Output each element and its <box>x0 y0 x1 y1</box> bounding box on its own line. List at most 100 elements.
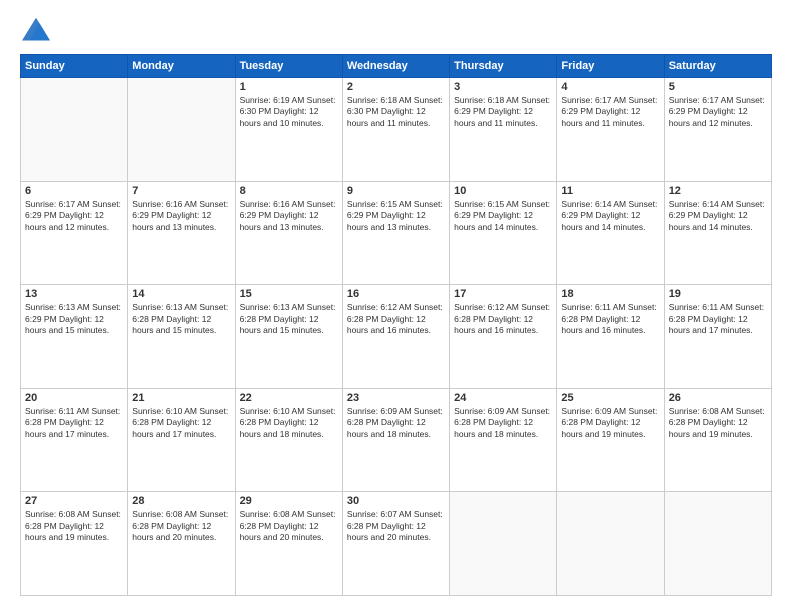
calendar-table: SundayMondayTuesdayWednesdayThursdayFrid… <box>20 54 772 596</box>
day-cell: 16 Sunrise: 6:12 AM Sunset: 6:28 PM Dayli… <box>342 285 449 389</box>
day-number: 16 <box>347 288 445 300</box>
day-cell: 14 Sunrise: 6:13 AM Sunset: 6:28 PM Dayli… <box>128 285 235 389</box>
day-number: 11 <box>561 185 659 197</box>
weekday-header-saturday: Saturday <box>664 55 771 78</box>
day-info: Sunrise: 6:08 AM Sunset: 6:28 PM Dayligh… <box>25 509 123 543</box>
day-info: Sunrise: 6:08 AM Sunset: 6:28 PM Dayligh… <box>240 509 338 543</box>
weekday-header-thursday: Thursday <box>450 55 557 78</box>
day-info: Sunrise: 6:17 AM Sunset: 6:29 PM Dayligh… <box>561 95 659 129</box>
day-cell: 18 Sunrise: 6:11 AM Sunset: 6:28 PM Dayli… <box>557 285 664 389</box>
week-row-2: 6Sunrise: 6:17 AM Sunset: 6:29 PM Daylig… <box>21 181 772 285</box>
day-info: Sunrise: 6:08 AM Sunset: 6:28 PM Dayligh… <box>669 406 767 440</box>
day-number: 2 <box>347 81 445 93</box>
weekday-header-friday: Friday <box>557 55 664 78</box>
day-cell: 13 Sunrise: 6:13 AM Sunset: 6:29 PM Dayli… <box>21 285 128 389</box>
logo-icon <box>20 16 52 44</box>
day-number: 13 <box>25 288 123 300</box>
day-info: Sunrise: 6:14 AM Sunset: 6:29 PM Dayligh… <box>561 199 659 233</box>
day-cell: 20Sunrise: 6:11 AM Sunset: 6:28 PM Dayli… <box>21 388 128 492</box>
day-cell <box>557 492 664 596</box>
day-cell: 3 Sunrise: 6:18 AM Sunset: 6:29 PM Daylig… <box>450 78 557 182</box>
day-cell: 27Sunrise: 6:08 AM Sunset: 6:28 PM Dayli… <box>21 492 128 596</box>
day-number: 12 <box>669 185 767 197</box>
day-cell: 19 Sunrise: 6:11 AM Sunset: 6:28 PM Dayli… <box>664 285 771 389</box>
day-cell: 15 Sunrise: 6:13 AM Sunset: 6:28 PM Dayli… <box>235 285 342 389</box>
day-number: 17 <box>454 288 552 300</box>
day-cell: 4Sunrise: 6:17 AM Sunset: 6:29 PM Daylig… <box>557 78 664 182</box>
day-number: 19 <box>669 288 767 300</box>
day-cell: 30 Sunrise: 6:07 AM Sunset: 6:28 PM Dayli… <box>342 492 449 596</box>
day-cell: 10 Sunrise: 6:15 AM Sunset: 6:29 PM Dayli… <box>450 181 557 285</box>
day-cell <box>21 78 128 182</box>
day-number: 10 <box>454 185 552 197</box>
day-info: Sunrise: 6:14 AM Sunset: 6:29 PM Dayligh… <box>669 199 767 233</box>
page: SundayMondayTuesdayWednesdayThursdayFrid… <box>0 0 792 612</box>
day-number: 20 <box>25 392 123 404</box>
day-cell: 11 Sunrise: 6:14 AM Sunset: 6:29 PM Dayli… <box>557 181 664 285</box>
day-info: Sunrise: 6:18 AM Sunset: 6:29 PM Dayligh… <box>454 95 552 129</box>
day-info: Sunrise: 6:16 AM Sunset: 6:29 PM Dayligh… <box>240 199 338 233</box>
day-info: Sunrise: 6:13 AM Sunset: 6:29 PM Dayligh… <box>25 302 123 336</box>
day-number: 18 <box>561 288 659 300</box>
day-cell: 5Sunrise: 6:17 AM Sunset: 6:29 PM Daylig… <box>664 78 771 182</box>
day-info: Sunrise: 6:15 AM Sunset: 6:29 PM Dayligh… <box>347 199 445 233</box>
day-number: 22 <box>240 392 338 404</box>
week-row-4: 20Sunrise: 6:11 AM Sunset: 6:28 PM Dayli… <box>21 388 772 492</box>
day-info: Sunrise: 6:15 AM Sunset: 6:29 PM Dayligh… <box>454 199 552 233</box>
day-cell: 29 Sunrise: 6:08 AM Sunset: 6:28 PM Dayli… <box>235 492 342 596</box>
week-row-5: 27Sunrise: 6:08 AM Sunset: 6:28 PM Dayli… <box>21 492 772 596</box>
week-row-1: 1 Sunrise: 6:19 AM Sunset: 6:30 PM Daylig… <box>21 78 772 182</box>
weekday-header-row: SundayMondayTuesdayWednesdayThursdayFrid… <box>21 55 772 78</box>
weekday-header-sunday: Sunday <box>21 55 128 78</box>
day-info: Sunrise: 6:12 AM Sunset: 6:28 PM Dayligh… <box>454 302 552 336</box>
day-cell: 8 Sunrise: 6:16 AM Sunset: 6:29 PM Daylig… <box>235 181 342 285</box>
day-cell <box>128 78 235 182</box>
day-number: 14 <box>132 288 230 300</box>
day-info: Sunrise: 6:10 AM Sunset: 6:28 PM Dayligh… <box>132 406 230 440</box>
day-cell: 12 Sunrise: 6:14 AM Sunset: 6:29 PM Dayli… <box>664 181 771 285</box>
day-number: 24 <box>454 392 552 404</box>
day-cell: 25 Sunrise: 6:09 AM Sunset: 6:28 PM Dayli… <box>557 388 664 492</box>
day-cell: 23Sunrise: 6:09 AM Sunset: 6:28 PM Dayli… <box>342 388 449 492</box>
header <box>20 16 772 44</box>
day-cell: 9 Sunrise: 6:15 AM Sunset: 6:29 PM Daylig… <box>342 181 449 285</box>
day-cell: 17 Sunrise: 6:12 AM Sunset: 6:28 PM Dayli… <box>450 285 557 389</box>
day-cell: 22 Sunrise: 6:10 AM Sunset: 6:28 PM Dayli… <box>235 388 342 492</box>
day-info: Sunrise: 6:13 AM Sunset: 6:28 PM Dayligh… <box>132 302 230 336</box>
day-info: Sunrise: 6:10 AM Sunset: 6:28 PM Dayligh… <box>240 406 338 440</box>
day-number: 30 <box>347 495 445 507</box>
day-cell: 24 Sunrise: 6:09 AM Sunset: 6:28 PM Dayli… <box>450 388 557 492</box>
day-number: 26 <box>669 392 767 404</box>
day-info: Sunrise: 6:11 AM Sunset: 6:28 PM Dayligh… <box>669 302 767 336</box>
day-number: 8 <box>240 185 338 197</box>
day-cell: 21 Sunrise: 6:10 AM Sunset: 6:28 PM Dayli… <box>128 388 235 492</box>
weekday-header-wednesday: Wednesday <box>342 55 449 78</box>
day-info: Sunrise: 6:19 AM Sunset: 6:30 PM Dayligh… <box>240 95 338 129</box>
day-info: Sunrise: 6:09 AM Sunset: 6:28 PM Dayligh… <box>454 406 552 440</box>
day-number: 9 <box>347 185 445 197</box>
day-cell: 2Sunrise: 6:18 AM Sunset: 6:30 PM Daylig… <box>342 78 449 182</box>
day-number: 29 <box>240 495 338 507</box>
day-number: 28 <box>132 495 230 507</box>
day-info: Sunrise: 6:17 AM Sunset: 6:29 PM Dayligh… <box>25 199 123 233</box>
day-cell <box>664 492 771 596</box>
day-info: Sunrise: 6:07 AM Sunset: 6:28 PM Dayligh… <box>347 509 445 543</box>
day-number: 5 <box>669 81 767 93</box>
day-number: 25 <box>561 392 659 404</box>
day-cell <box>450 492 557 596</box>
day-number: 1 <box>240 81 338 93</box>
day-info: Sunrise: 6:09 AM Sunset: 6:28 PM Dayligh… <box>347 406 445 440</box>
day-number: 7 <box>132 185 230 197</box>
day-cell: 6Sunrise: 6:17 AM Sunset: 6:29 PM Daylig… <box>21 181 128 285</box>
day-cell: 26 Sunrise: 6:08 AM Sunset: 6:28 PM Dayli… <box>664 388 771 492</box>
day-number: 21 <box>132 392 230 404</box>
week-row-3: 13 Sunrise: 6:13 AM Sunset: 6:29 PM Dayli… <box>21 285 772 389</box>
day-number: 3 <box>454 81 552 93</box>
weekday-header-tuesday: Tuesday <box>235 55 342 78</box>
day-cell: 28Sunrise: 6:08 AM Sunset: 6:28 PM Dayli… <box>128 492 235 596</box>
day-info: Sunrise: 6:12 AM Sunset: 6:28 PM Dayligh… <box>347 302 445 336</box>
day-info: Sunrise: 6:13 AM Sunset: 6:28 PM Dayligh… <box>240 302 338 336</box>
day-info: Sunrise: 6:09 AM Sunset: 6:28 PM Dayligh… <box>561 406 659 440</box>
day-number: 15 <box>240 288 338 300</box>
day-info: Sunrise: 6:11 AM Sunset: 6:28 PM Dayligh… <box>561 302 659 336</box>
